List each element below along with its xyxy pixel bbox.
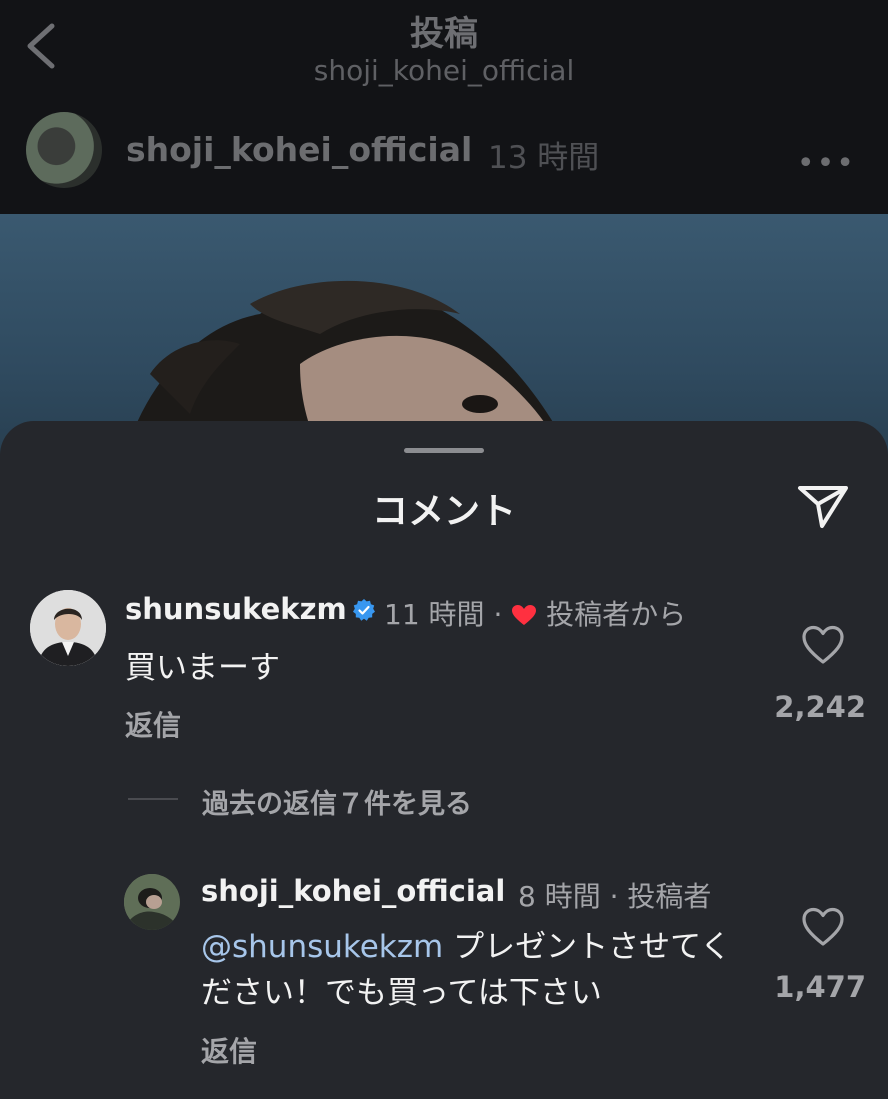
verified-icon: [353, 599, 375, 621]
like-count: 1,477: [774, 970, 866, 1004]
heart-outline-icon[interactable]: [800, 624, 846, 666]
liked-by-author-label: 投稿者から: [546, 598, 687, 631]
heart-outline-icon[interactable]: [800, 906, 846, 948]
reply-button[interactable]: 返信: [201, 1030, 257, 1070]
comment-text: 買いまーす: [125, 650, 280, 686]
heart-icon: [512, 605, 537, 625]
page-subtitle: shoji_kohei_official: [313, 54, 575, 87]
reply-avatar[interactable]: [124, 874, 180, 930]
reply-text: @shunsukekzm プレゼントさせてください！でも買っては下さい: [201, 924, 761, 1016]
post-author-username[interactable]: shoji_kohei_official: [126, 130, 472, 169]
post-time: 13 時間: [488, 140, 600, 176]
drag-handle[interactable]: [404, 448, 484, 453]
like-count: 2,242: [774, 690, 866, 724]
comment-username[interactable]: shunsukekzm: [125, 592, 347, 626]
reply-button[interactable]: 返信: [125, 704, 181, 744]
reply-username[interactable]: shoji_kohei_official: [201, 874, 505, 908]
comment-meta: 11 時間 · 投稿者から: [384, 593, 686, 633]
sheet-title: コメント: [371, 491, 516, 532]
share-icon[interactable]: [796, 482, 850, 530]
reply-meta: 8 時間 · 投稿者: [518, 880, 712, 913]
avatar[interactable]: [30, 590, 106, 666]
mention-link[interactable]: @shunsukekzm: [201, 929, 443, 965]
page-title: 投稿: [410, 14, 478, 54]
more-icon[interactable]: •••: [797, 146, 856, 181]
view-more-replies-button[interactable]: 過去の返信７件を見る: [202, 782, 472, 821]
meta-separator: ·: [493, 598, 503, 631]
divider: [128, 798, 178, 800]
post-author-avatar[interactable]: [26, 112, 102, 188]
comment-time: 11 時間: [384, 598, 485, 631]
